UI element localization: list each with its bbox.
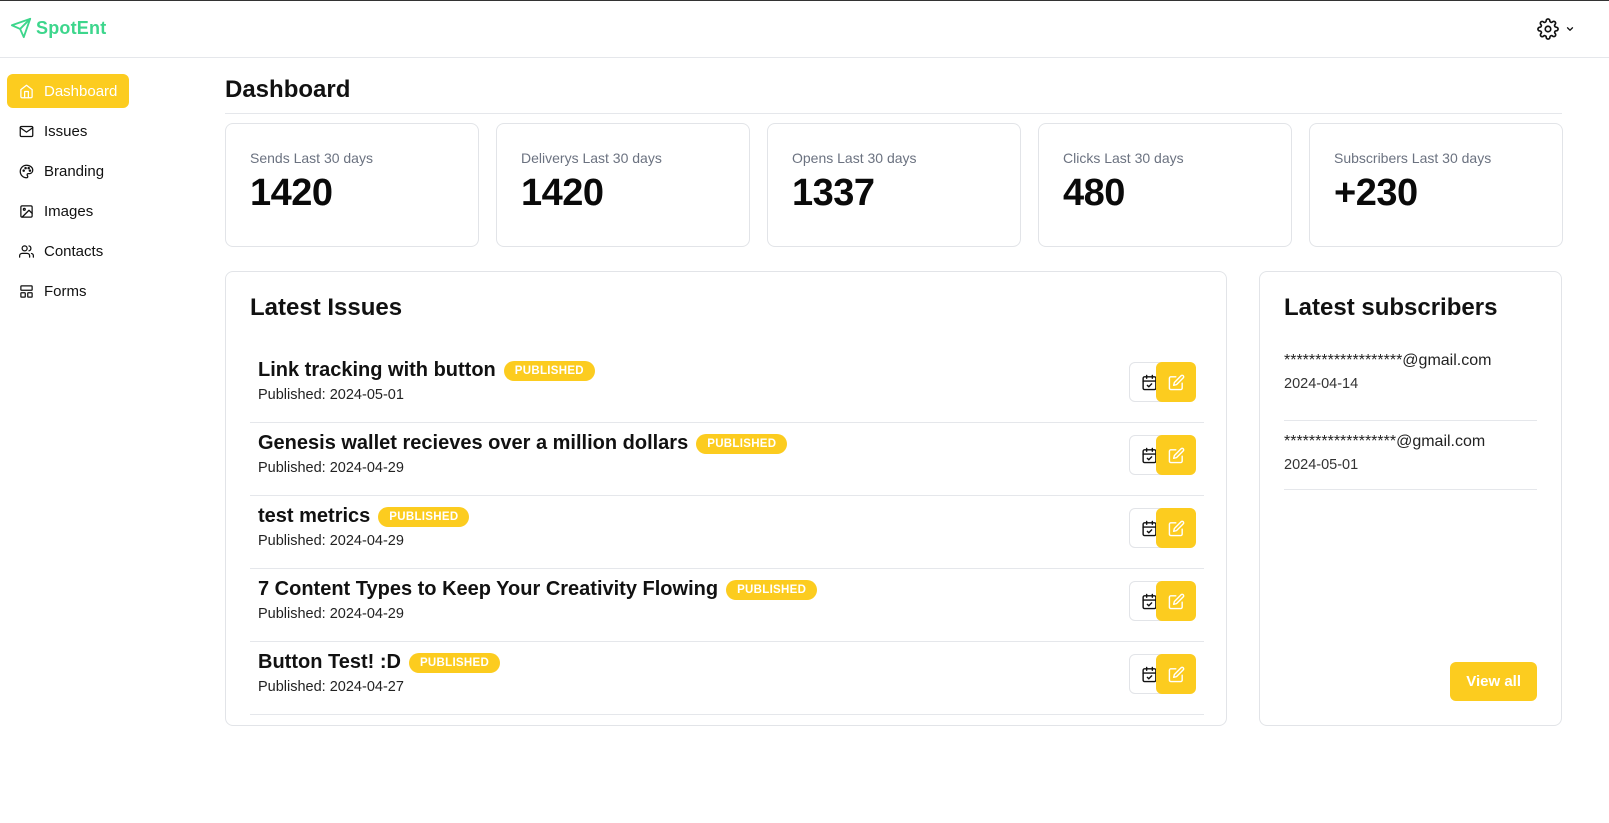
latest-subscribers-card: Latest subscribers *******************@g…	[1259, 271, 1562, 726]
subscriber-row: *******************@gmail.com 2024-04-14	[1284, 352, 1537, 421]
stat-label: Clicks Last 30 days	[1063, 150, 1184, 166]
subscriber-email: ******************@gmail.com	[1284, 433, 1486, 450]
sidebar-item-label: Forms	[44, 282, 87, 300]
status-badge: PUBLISHED	[408, 652, 501, 673]
stat-card-deliveries: Deliverys Last 30 days 1420	[496, 123, 750, 247]
stat-card-subscribers: Subscribers Last 30 days +230	[1309, 123, 1563, 247]
issue-row: Genesis wallet recieves over a million d…	[250, 423, 1204, 496]
status-badge: PUBLISHED	[726, 579, 818, 600]
home-icon	[20, 84, 33, 98]
stat-value: 480	[1063, 172, 1125, 214]
sidebar: Dashboard Issues Branding Images Contact…	[7, 74, 129, 314]
edit-button[interactable]	[1156, 654, 1196, 694]
stat-value: +230	[1334, 172, 1418, 214]
sidebar-item-label: Contacts	[44, 242, 104, 260]
issue-date: Published: 2024-04-29	[258, 460, 404, 476]
calendar-check-icon	[1141, 520, 1157, 536]
sidebar-item-branding[interactable]: Branding	[7, 154, 129, 188]
gear-icon	[1537, 18, 1559, 40]
edit-button[interactable]	[1156, 435, 1196, 475]
edit-button[interactable]	[1156, 581, 1196, 621]
edit-button[interactable]	[1156, 508, 1196, 548]
sidebar-item-images[interactable]: Images	[7, 194, 129, 228]
brand-logo[interactable]: SpotEnt	[10, 17, 106, 39]
calendar-check-icon	[1141, 666, 1157, 682]
issue-date: Published: 2024-05-01	[258, 387, 404, 403]
sidebar-item-label: Images	[44, 202, 94, 220]
issue-title[interactable]: Genesis wallet recieves over a million d…	[258, 432, 688, 455]
paper-plane-icon	[10, 17, 32, 39]
subscriber-date: 2024-04-14	[1284, 376, 1359, 392]
sidebar-item-contacts[interactable]: Contacts	[7, 234, 129, 268]
calendar-check-icon	[1141, 374, 1157, 390]
stat-value: 1420	[521, 172, 604, 214]
edit-icon	[1168, 520, 1184, 536]
stat-label: Opens Last 30 days	[792, 150, 917, 166]
card-title: Latest Issues	[250, 294, 403, 321]
title-divider	[225, 113, 1562, 114]
issue-row: test metrics PUBLISHED Published: 2024-0…	[250, 496, 1204, 569]
sidebar-item-label: Issues	[44, 122, 88, 140]
edit-icon	[1168, 447, 1184, 463]
stat-card-clicks: Clicks Last 30 days 480	[1038, 123, 1292, 247]
chevron-down-icon	[1566, 27, 1574, 31]
stat-card-opens: Opens Last 30 days 1337	[767, 123, 1021, 247]
issue-date: Published: 2024-04-29	[258, 606, 404, 622]
issue-row: Link tracking with button PUBLISHED Publ…	[250, 350, 1204, 423]
latest-issues-card: Latest Issues Link tracking with button …	[225, 271, 1227, 726]
subscriber-row: ******************@gmail.com 2024-05-01	[1284, 421, 1537, 490]
issue-title[interactable]: Link tracking with button	[258, 359, 496, 382]
status-badge: PUBLISHED	[696, 433, 788, 454]
issue-title[interactable]: test metrics	[258, 505, 370, 528]
settings-menu-button[interactable]	[1537, 18, 1575, 40]
stat-value: 1337	[792, 172, 875, 214]
calendar-check-icon	[1141, 447, 1157, 463]
sidebar-item-issues[interactable]: Issues	[7, 114, 129, 148]
sidebar-item-dashboard[interactable]: Dashboard	[7, 74, 129, 108]
sidebar-item-label: Dashboard	[44, 82, 118, 100]
view-all-button[interactable]: View all	[1450, 662, 1537, 701]
users-icon	[19, 244, 34, 258]
issue-row: Button Test! :D PUBLISHED Published: 202…	[250, 642, 1204, 715]
stat-label: Subscribers Last 30 days	[1334, 150, 1492, 166]
page-title: Dashboard	[225, 76, 351, 103]
status-badge: PUBLISHED	[378, 506, 470, 527]
stat-card-sends: Sends Last 30 days 1420	[225, 123, 479, 247]
image-icon	[20, 204, 33, 218]
mail-icon	[19, 125, 34, 137]
top-bar: SpotEnt	[0, 0, 1609, 58]
palette-icon	[19, 164, 34, 178]
subscriber-email: *******************@gmail.com	[1284, 352, 1492, 369]
stat-label: Deliverys Last 30 days	[521, 150, 662, 166]
layout-icon	[20, 284, 33, 298]
issue-row: 7 Content Types to Keep Your Creativity …	[250, 569, 1204, 642]
calendar-check-icon	[1141, 593, 1157, 609]
issue-list: Link tracking with button PUBLISHED Publ…	[250, 350, 1204, 715]
stat-label: Sends Last 30 days	[250, 150, 373, 166]
edit-icon	[1168, 666, 1184, 682]
edit-button[interactable]	[1156, 362, 1196, 402]
issue-date: Published: 2024-04-27	[258, 679, 404, 695]
edit-icon	[1168, 593, 1184, 609]
brand-name: SpotEnt	[36, 17, 107, 38]
issue-date: Published: 2024-04-29	[258, 533, 404, 549]
status-badge: PUBLISHED	[503, 360, 595, 381]
stat-value: 1420	[250, 172, 333, 214]
edit-icon	[1168, 374, 1184, 390]
issue-title[interactable]: 7 Content Types to Keep Your Creativity …	[258, 578, 718, 601]
sidebar-item-label: Branding	[44, 162, 105, 180]
issue-title[interactable]: Button Test! :D	[258, 651, 401, 674]
sidebar-item-forms[interactable]: Forms	[7, 274, 129, 308]
subscriber-list: *******************@gmail.com 2024-04-14…	[1284, 352, 1537, 490]
subscriber-date: 2024-05-01	[1284, 457, 1359, 473]
card-title: Latest subscribers	[1284, 294, 1498, 321]
stats-row: Sends Last 30 days 1420 Deliverys Last 3…	[225, 123, 1563, 247]
